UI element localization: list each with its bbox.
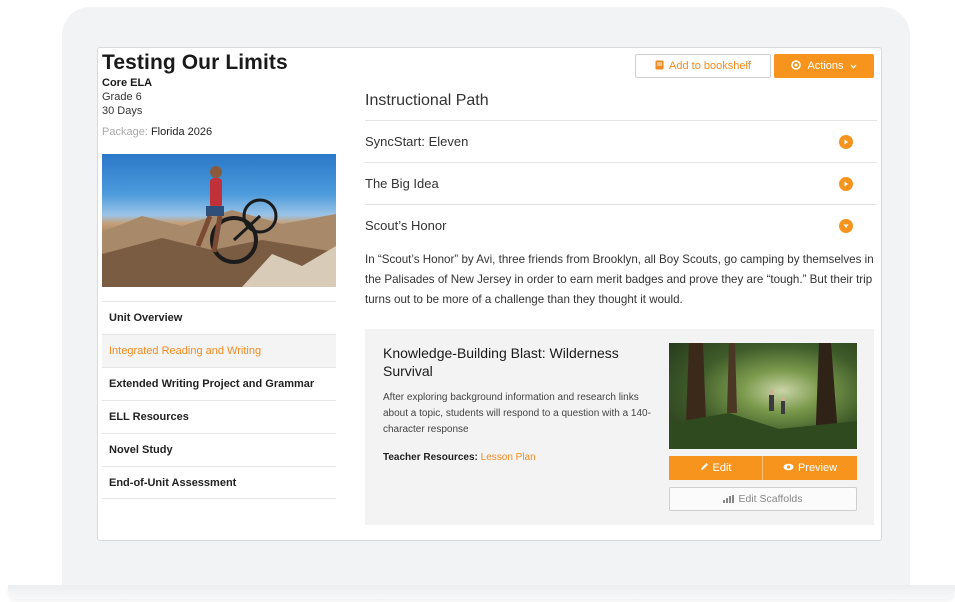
unit-subject: Core ELA	[102, 77, 153, 89]
edit-label: Edit	[712, 462, 732, 474]
eye-icon	[783, 462, 794, 474]
package-value: Florida 2026	[150, 126, 213, 138]
path-item-label: Scout’s Honor	[365, 218, 447, 233]
add-to-bookshelf-button[interactable]: Add to bookshelf	[635, 54, 771, 78]
sidebar-item-integrated-reading-writing[interactable]: Integrated Reading and Writing	[102, 334, 336, 367]
actions-label: Actions	[807, 60, 844, 72]
actions-dropdown-button[interactable]: Actions	[774, 54, 874, 78]
chevron-right-circle-icon[interactable]	[839, 134, 853, 149]
gear-icon	[791, 59, 802, 73]
activity-description: After exploring background information a…	[383, 392, 651, 435]
pencil-icon	[700, 462, 709, 474]
teacher-resources: Teacher Resources: Lesson Plan	[383, 452, 536, 463]
path-item-label: The Big Idea	[365, 176, 439, 191]
sidebar-item-end-of-unit-assessment[interactable]: End-of-Unit Assessment	[102, 466, 336, 499]
chevron-down-icon	[850, 60, 857, 72]
sidebar-item-novel-study[interactable]: Novel Study	[102, 433, 336, 466]
edit-scaffolds-button[interactable]: Edit Scaffolds	[669, 487, 857, 511]
laptop-base	[8, 585, 955, 599]
instructional-path-list: SyncStart: Eleven The Big Idea Scout’s H…	[365, 120, 877, 246]
sidebar-item-unit-overview[interactable]: Unit Overview	[102, 301, 336, 334]
edit-button[interactable]: Edit	[669, 456, 763, 480]
sidebar-item-ell-resources[interactable]: ELL Resources	[102, 400, 336, 433]
teacher-resources-label: Teacher Resources:	[383, 452, 478, 463]
app-window: Testing Our Limits Core ELA Grade 6 30 D…	[97, 47, 882, 541]
unit-hero-image	[102, 154, 336, 287]
bar-chart-icon	[723, 495, 735, 503]
book-icon	[655, 60, 664, 73]
activity-title: Knowledge-Building Blast: Wilderness Sur…	[383, 345, 619, 379]
preview-button[interactable]: Preview	[763, 456, 857, 480]
unit-sidebar-nav: Unit Overview Integrated Reading and Wri…	[102, 301, 336, 499]
activity-image	[669, 343, 857, 449]
chevron-down-circle-icon[interactable]	[839, 218, 853, 233]
path-item-syncstart[interactable]: SyncStart: Eleven	[365, 120, 877, 162]
unit-grade: Grade 6	[102, 91, 142, 103]
activity-card: Knowledge-Building Blast: Wilderness Sur…	[365, 329, 874, 525]
path-item-scouts-honor[interactable]: Scout’s Honor	[365, 204, 877, 246]
chevron-right-circle-icon[interactable]	[839, 176, 853, 191]
path-item-big-idea[interactable]: The Big Idea	[365, 162, 877, 204]
add-to-bookshelf-label: Add to bookshelf	[669, 60, 751, 72]
preview-label: Preview	[797, 462, 838, 474]
unit-duration: 30 Days	[102, 105, 143, 117]
scouts-honor-description: In “Scout’s Honor” by Avi, three friends…	[365, 253, 874, 306]
unit-title: Testing Our Limits	[102, 51, 288, 74]
package-info: Package: Florida 2026	[102, 126, 212, 138]
instructional-path-heading: Instructional Path	[365, 92, 489, 109]
package-label: Package:	[102, 126, 148, 138]
sidebar-item-extended-writing[interactable]: Extended Writing Project and Grammar	[102, 367, 336, 400]
lesson-plan-link[interactable]: Lesson Plan	[481, 452, 536, 463]
path-item-label: SyncStart: Eleven	[365, 134, 469, 149]
edit-scaffolds-label: Edit Scaffolds	[738, 493, 803, 505]
